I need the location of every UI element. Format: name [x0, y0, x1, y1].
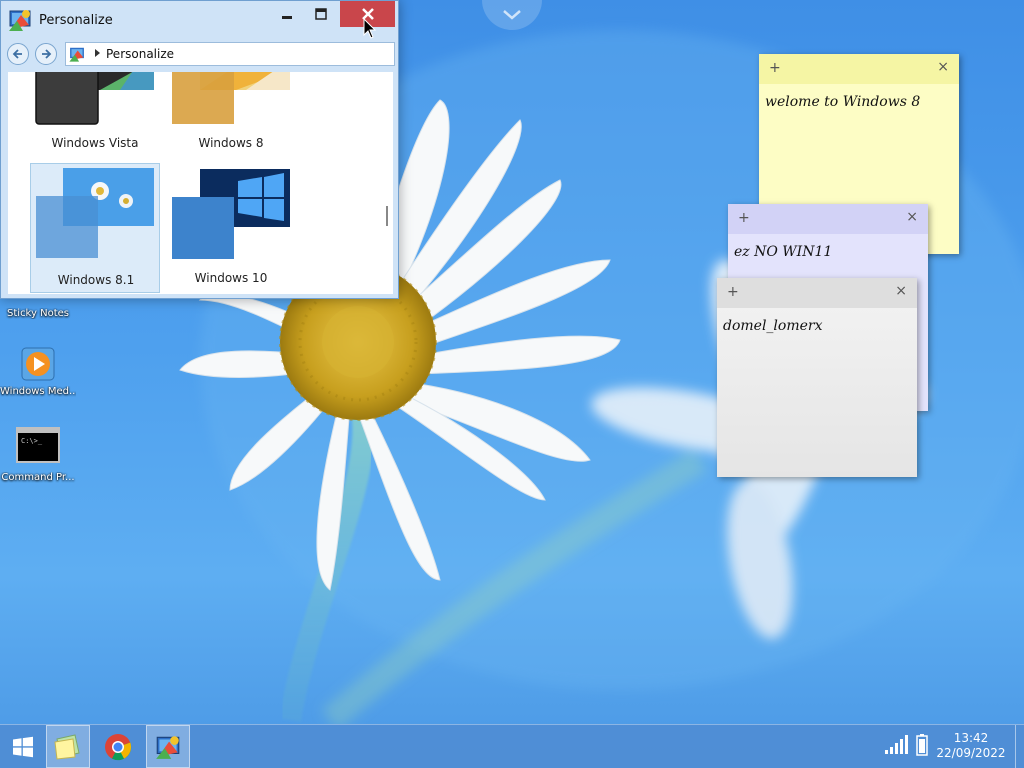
back-button[interactable] — [7, 43, 29, 65]
address-text[interactable]: Personalize — [106, 47, 174, 61]
theme-windows-vista[interactable]: Windows Vista — [30, 72, 160, 160]
theme-windows-8[interactable]: Windows 8 — [166, 72, 296, 160]
media-player-icon — [21, 347, 55, 381]
battery-icon[interactable] — [916, 734, 928, 756]
clock-time: 13:42 — [953, 731, 989, 745]
window-title: Personalize — [39, 13, 113, 28]
arrow-right-icon — [42, 49, 52, 59]
navigation-bar: Personalize — [5, 41, 395, 69]
sticky-note-text[interactable]: domel_lomerx — [723, 318, 822, 334]
scrollbar-thumb[interactable] — [386, 206, 388, 226]
sticky-note-toolbar[interactable]: + × — [759, 54, 959, 84]
sticky-note-toolbar[interactable]: + × — [717, 278, 917, 308]
sticky-note-text[interactable]: welome to Windows 8 — [765, 94, 920, 110]
add-note-icon[interactable]: + — [727, 284, 739, 300]
desktop-icon-label: Windows Med... — [0, 386, 76, 397]
chrome-icon — [105, 733, 132, 760]
theme-thumbnail — [172, 72, 290, 124]
personalize-app-icon — [9, 10, 31, 31]
personalize-icon — [69, 47, 84, 62]
taskbar-chrome[interactable] — [96, 725, 140, 768]
chevron-down-icon — [503, 10, 521, 20]
sticky-note-text[interactable]: ez NO WIN11 — [734, 244, 832, 260]
desktop-icon-windows-media-player[interactable]: Windows Med... — [0, 346, 76, 397]
personalize-window: Personalize Personalize Windows Vista Wi… — [0, 0, 399, 299]
personalize-icon — [156, 735, 180, 759]
breadcrumb-arrow-icon[interactable] — [95, 49, 100, 57]
window-titlebar[interactable]: Personalize — [1, 1, 398, 37]
clock-date: 22/09/2022 — [936, 746, 1006, 760]
mouse-cursor-icon — [363, 18, 377, 39]
taskbar-sticky-notes[interactable] — [46, 725, 90, 768]
theme-label: Windows 8.1 — [57, 273, 135, 287]
start-button[interactable] — [0, 725, 46, 768]
desktop-icon-label: Sticky Notes — [7, 308, 69, 319]
theme-thumbnail — [36, 168, 154, 258]
network-signal-icon[interactable] — [884, 735, 908, 755]
theme-thumbnail — [172, 169, 290, 259]
theme-list: Windows Vista Windows 8 Windows 8.1 Wind… — [8, 72, 393, 294]
theme-windows-10[interactable]: Windows 10 — [166, 163, 296, 293]
arrow-left-icon — [12, 49, 22, 59]
theme-label: Windows 10 — [194, 271, 268, 285]
vertical-scrollbar[interactable] — [381, 72, 393, 294]
maximize-button[interactable] — [307, 1, 335, 27]
delete-note-icon[interactable]: × — [906, 209, 918, 225]
sticky-notes-icon — [54, 733, 80, 760]
sticky-note-white[interactable]: + × domel_lomerx — [717, 278, 917, 477]
desktop-icon-label: Command Pr... — [1, 472, 75, 483]
windows-logo-icon — [13, 736, 33, 757]
command-prompt-icon: C:\>_ — [16, 427, 60, 463]
sticky-note-toolbar[interactable]: + × — [728, 204, 928, 234]
add-note-icon[interactable]: + — [769, 60, 781, 76]
taskbar-clock[interactable]: 13:42 22/09/2022 — [930, 731, 1012, 761]
show-desktop-button[interactable] — [1015, 725, 1024, 768]
minimize-icon — [282, 16, 292, 19]
minimize-button[interactable] — [273, 1, 301, 27]
add-note-icon[interactable]: + — [738, 210, 750, 226]
taskbar-personalize[interactable] — [146, 725, 190, 768]
delete-note-icon[interactable]: × — [937, 59, 949, 75]
address-bar[interactable]: Personalize — [65, 42, 395, 66]
forward-button[interactable] — [35, 43, 57, 65]
theme-label: Windows Vista — [51, 136, 139, 150]
delete-note-icon[interactable]: × — [895, 283, 907, 299]
command-prompt-glyph: C:\>_ — [21, 437, 43, 445]
theme-thumbnail — [35, 72, 154, 125]
theme-label: Windows 8 — [198, 136, 264, 150]
maximize-icon — [315, 8, 327, 20]
theme-windows-8-1[interactable]: Windows 8.1 — [30, 163, 160, 293]
desktop-icon-command-prompt[interactable]: C:\>_ Command Pr... — [0, 426, 76, 483]
taskbar: 13:42 22/09/2022 — [0, 724, 1024, 768]
desktop-icon-sticky-notes[interactable]: Sticky Notes — [0, 308, 76, 319]
